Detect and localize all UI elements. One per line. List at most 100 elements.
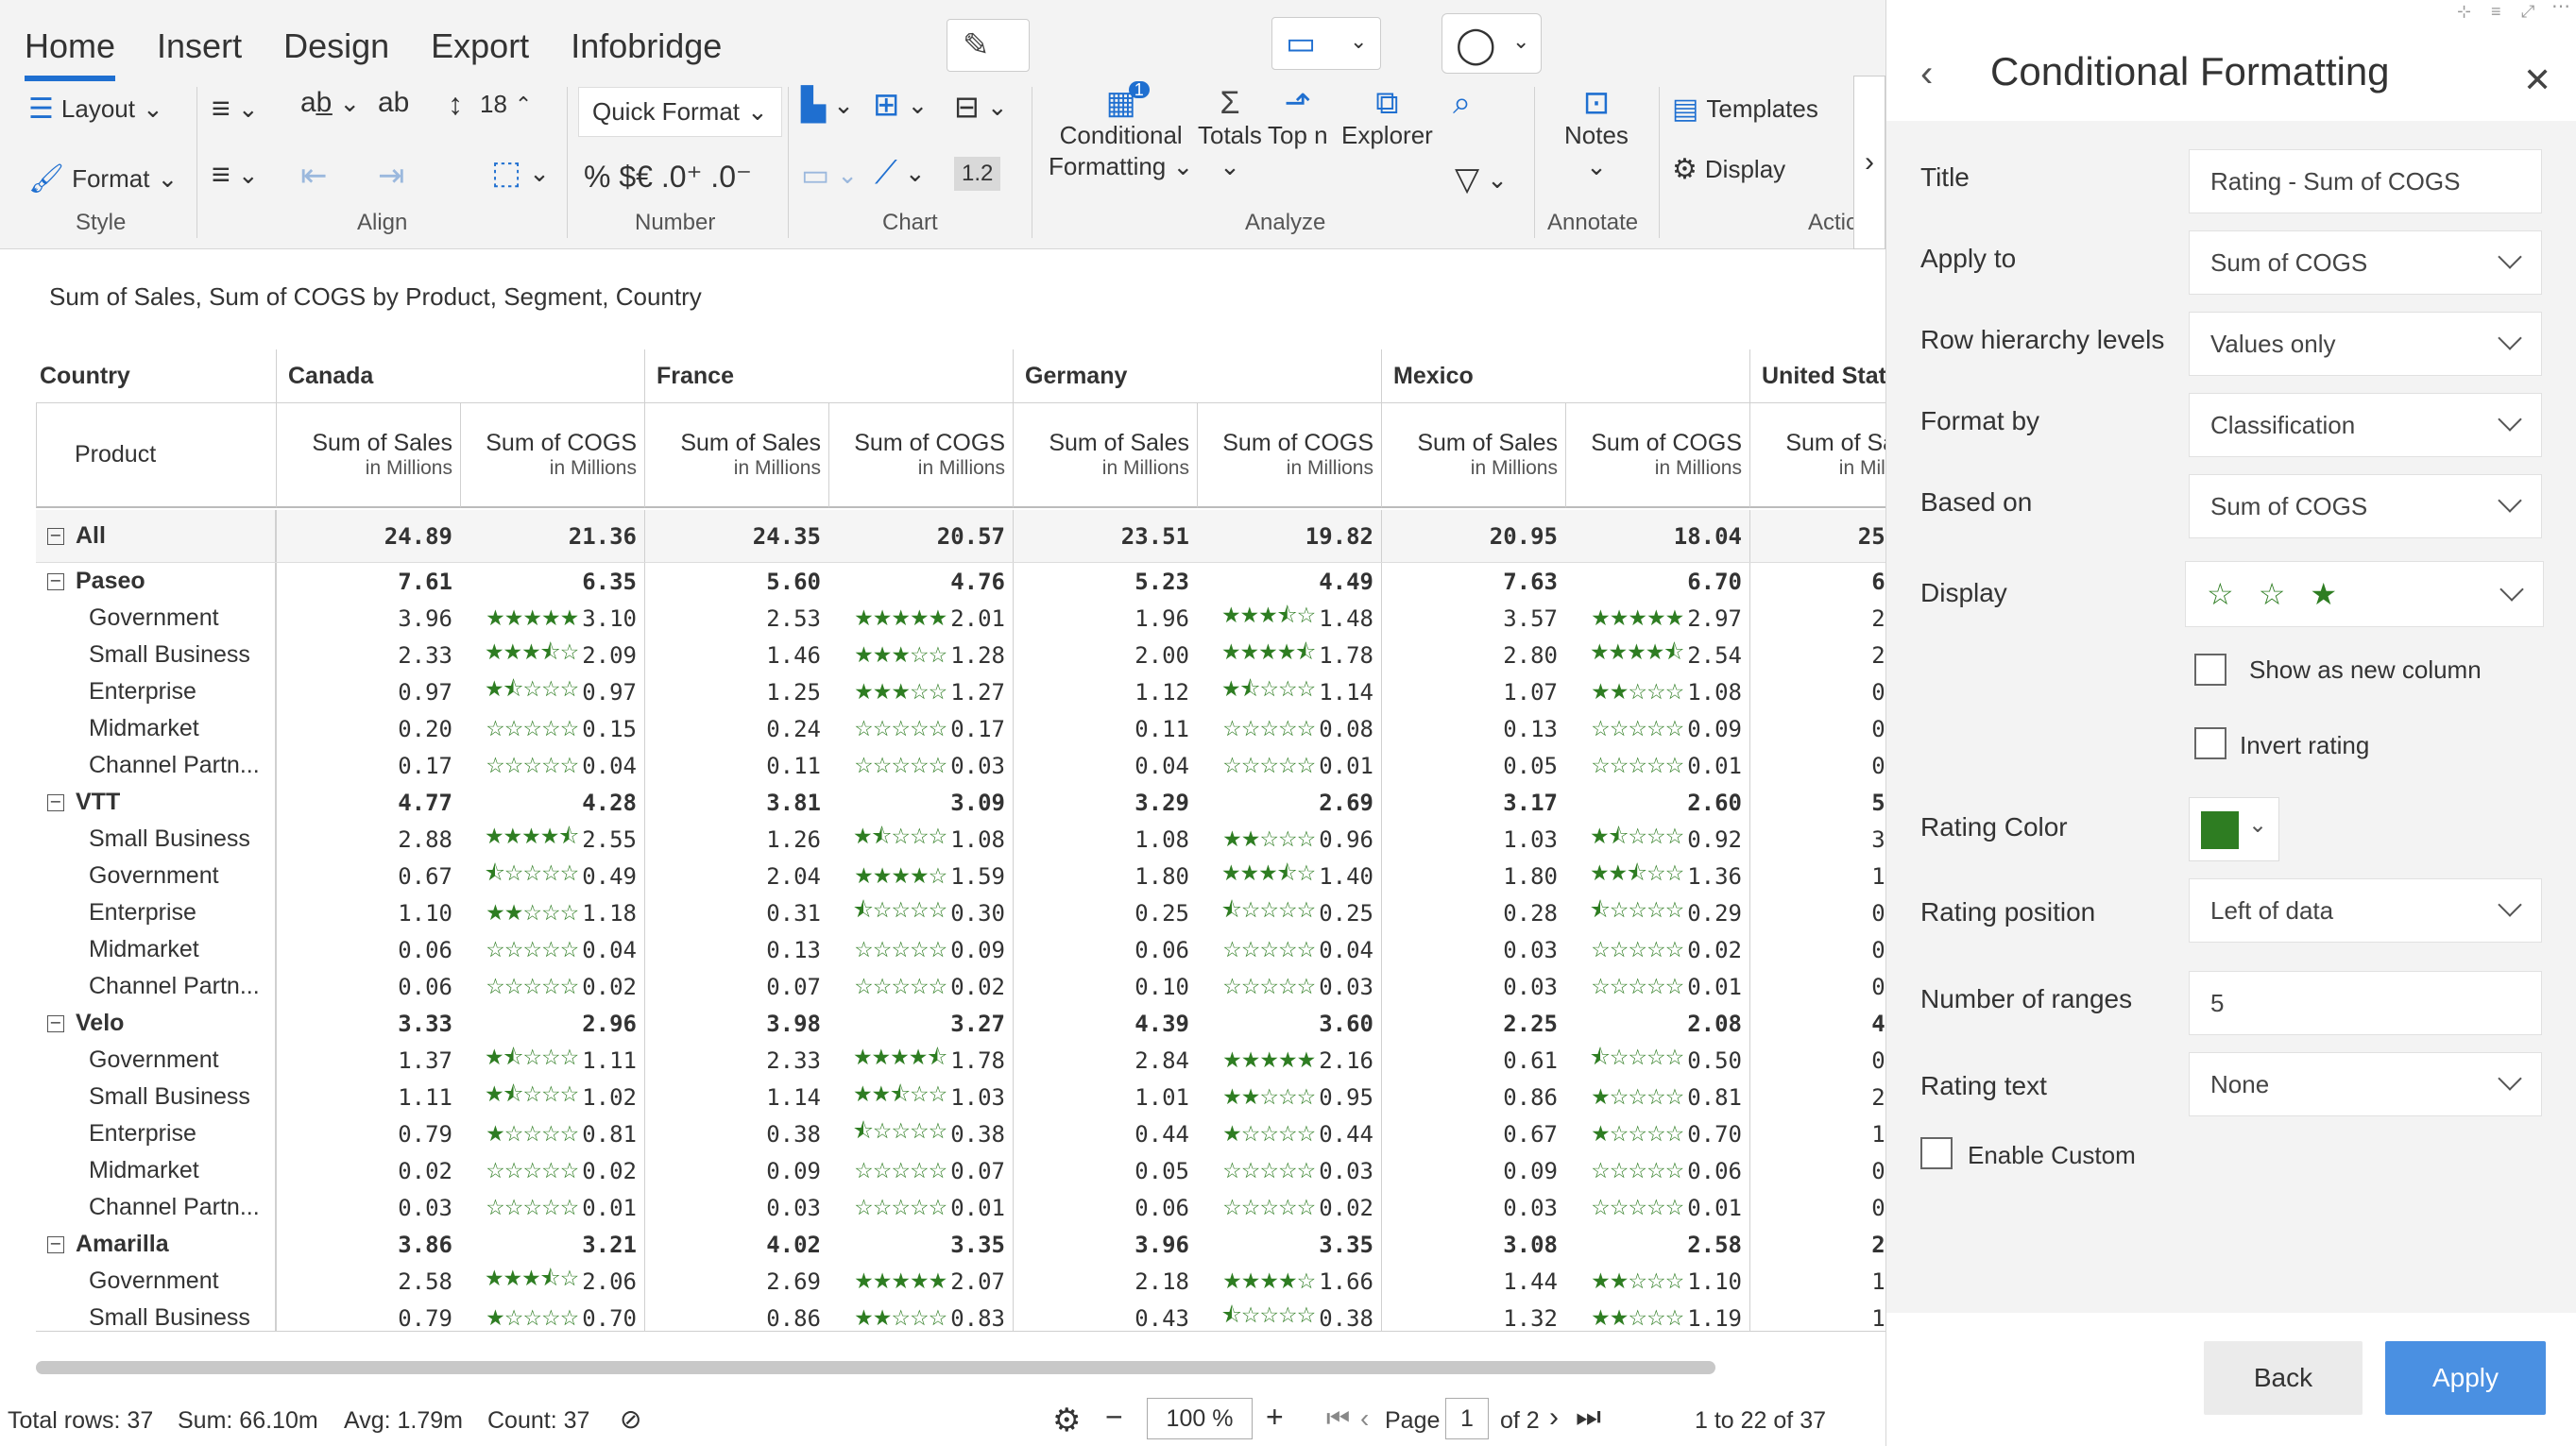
sales-cell[interactable]: 1.11: [276, 1079, 460, 1115]
cogs-cell[interactable]: 4.49: [1197, 563, 1381, 600]
sales-cell[interactable]: 1.07: [1381, 673, 1565, 710]
sales-cell[interactable]: 0.61: [1381, 1042, 1565, 1079]
cogs-cell[interactable]: ★★★⯪☆ 1.40: [1197, 858, 1381, 894]
cogs-cell[interactable]: ★★★★★ 2.16: [1197, 1042, 1381, 1079]
sales-cell[interactable]: 2.00: [1013, 637, 1197, 673]
sales-cell[interactable]: 0.87: [1749, 673, 1885, 710]
totals-button[interactable]: Σ Totals ⌄: [1198, 87, 1262, 181]
ribbon-scroll-right-button[interactable]: ›: [1853, 76, 1885, 249]
expand-icon[interactable]: ⤢: [2521, 2, 2534, 22]
sales-cell[interactable]: 0.05: [1013, 1152, 1197, 1189]
cogs-cell[interactable]: ★★★⯪☆ 1.48: [1197, 600, 1381, 637]
sales-cell[interactable]: 1.96: [1013, 600, 1197, 637]
show-new-column-checkbox[interactable]: [2194, 654, 2226, 686]
cogs-cell[interactable]: 6.70: [1565, 563, 1749, 600]
decrease-indent-button[interactable]: ⇤: [300, 157, 328, 195]
sales-cell[interactable]: 3.57: [1381, 600, 1565, 637]
sales-cell[interactable]: 2.29: [1749, 1079, 1885, 1115]
cogs-cell[interactable]: ⯪☆☆☆☆ 0.30: [828, 894, 1013, 931]
sales-cell[interactable]: 2.33: [276, 637, 460, 673]
cogs-cell[interactable]: ☆☆☆☆☆ 0.06: [1565, 1152, 1749, 1189]
sales-cell[interactable]: 0.86: [1381, 1079, 1565, 1115]
cogs-cell[interactable]: 3.21: [460, 1226, 644, 1263]
cogs-cell[interactable]: ☆☆☆☆☆ 0.08: [1197, 710, 1381, 747]
sales-cell[interactable]: 5.60: [644, 563, 828, 600]
number-format-buttons[interactable]: % $€ .0⁺ .0⁻: [584, 159, 752, 195]
user-button[interactable]: ◯ ⌄: [1442, 13, 1542, 74]
first-page-icon[interactable]: ⏮: [1326, 1403, 1350, 1435]
sales-cell[interactable]: 1.25: [644, 673, 828, 710]
sales-cell[interactable]: 2.86: [1749, 600, 1885, 637]
edit-mode-button[interactable]: ✎: [947, 19, 1030, 72]
cogs-cell[interactable]: ★⯪☆☆☆ 1.14: [1197, 673, 1381, 710]
cogs-cell[interactable]: ★★★★⯪ 2.55: [460, 821, 644, 858]
table-row[interactable]: Midmarket 0.06 ☆☆☆☆☆ 0.04 0.13 ☆☆☆☆☆ 0.09 0.06 ☆…: [36, 931, 1885, 968]
cogs-measure-header[interactable]: Sum of COGS in Millions: [1565, 402, 1749, 508]
templates-button[interactable]: ▤ Templates: [1672, 94, 1818, 124]
cogs-cell[interactable]: ★★★⯪☆ 2.06: [460, 1263, 644, 1300]
cogs-cell[interactable]: ★★★⯪☆ 2.09: [460, 637, 644, 673]
wrap-text-button[interactable]: ab̲ ⌄: [300, 87, 360, 119]
sales-cell[interactable]: 1.19: [1749, 1300, 1885, 1331]
pin-icon[interactable]: ⊹: [2457, 2, 2471, 22]
sales-cell[interactable]: 0.04: [1749, 968, 1885, 1005]
cogs-cell[interactable]: ★⯪☆☆☆ 0.92: [1565, 821, 1749, 858]
sales-cell[interactable]: 3.29: [1013, 784, 1197, 821]
zoom-out-button[interactable]: −: [1105, 1400, 1123, 1435]
sales-cell[interactable]: 0.06: [276, 968, 460, 1005]
cogs-cell[interactable]: 3.60: [1197, 1005, 1381, 1042]
sales-cell[interactable]: 3.33: [276, 1005, 460, 1042]
sales-cell[interactable]: 7.63: [1381, 563, 1565, 600]
top-n-button[interactable]: ⬏ Top n: [1268, 87, 1328, 150]
sales-cell[interactable]: 0.25: [1013, 894, 1197, 931]
sales-measure-header[interactable]: Sum of Salesin Millions: [1749, 402, 1885, 508]
collapse-icon[interactable]: −: [47, 1014, 64, 1032]
sales-cell[interactable]: 1.10: [276, 894, 460, 931]
filter-icon[interactable]: ≡: [2491, 2, 2501, 22]
cogs-cell[interactable]: ★★☆☆☆ 1.10: [1565, 1263, 1749, 1300]
sales-cell[interactable]: 0.17: [276, 747, 460, 784]
tab-design[interactable]: Design: [283, 19, 389, 76]
cogs-cell[interactable]: ★★☆☆☆ 0.96: [1197, 821, 1381, 858]
sales-cell[interactable]: 4.77: [276, 784, 460, 821]
sales-cell[interactable]: 0.03: [1381, 931, 1565, 968]
cogs-cell[interactable]: 20.57: [828, 510, 1013, 562]
cogs-cell[interactable]: ★★☆☆☆ 1.19: [1565, 1300, 1749, 1332]
field-input[interactable]: Rating - Sum of COGS: [2189, 149, 2542, 213]
table-row[interactable]: Channel Partn... 0.17 ☆☆☆☆☆ 0.04 0.11 ☆☆☆☆☆ 0.…: [36, 747, 1885, 784]
hierarchy-chart-button[interactable]: ⊞ ⌄: [873, 89, 928, 121]
table-row[interactable]: Government 1.37 ★⯪☆☆☆ 1.11 2.33 ★★★★⯪ 1.78 2.84…: [36, 1042, 1885, 1079]
cogs-cell[interactable]: ★☆☆☆☆ 0.70: [1565, 1115, 1749, 1152]
table-row[interactable]: Channel Partn... 0.06 ☆☆☆☆☆ 0.02 0.07 ☆☆☆☆☆ 0.…: [36, 968, 1885, 1005]
sales-cell[interactable]: 3.08: [1381, 1226, 1565, 1263]
table-row[interactable]: Small Business 1.11 ★⯪☆☆☆ 1.02 1.14 ★★⯪☆☆ 1.03…: [36, 1079, 1885, 1115]
sales-cell[interactable]: 0.11: [644, 747, 828, 784]
tab-home[interactable]: Home: [25, 19, 116, 81]
notes-button[interactable]: ⊡ Notes ⌄: [1564, 87, 1629, 181]
sales-cell[interactable]: 2.25: [1381, 1005, 1565, 1042]
sales-cell[interactable]: 0.03: [1381, 1189, 1565, 1226]
cogs-cell[interactable]: ★★☆☆☆ 0.83: [828, 1300, 1013, 1332]
next-page-icon[interactable]: ›: [1549, 1402, 1559, 1434]
sales-cell[interactable]: 2.84: [1749, 1226, 1885, 1263]
sales-cell[interactable]: 7.61: [276, 563, 460, 600]
quick-format-dropdown[interactable]: Quick Format ⌄: [578, 87, 782, 137]
tab-infobridge[interactable]: Infobridge: [571, 19, 722, 76]
sales-cell[interactable]: 2.88: [276, 821, 460, 858]
collapse-icon[interactable]: −: [47, 527, 64, 545]
cogs-cell[interactable]: ★⯪☆☆☆ 1.08: [828, 821, 1013, 858]
country-column-header[interactable]: Canada: [276, 349, 644, 402]
sales-cell[interactable]: 0.11: [1013, 710, 1197, 747]
sales-cell[interactable]: 3.10: [1749, 821, 1885, 858]
close-icon[interactable]: ✕: [2523, 60, 2551, 100]
sales-cell[interactable]: 2.53: [644, 600, 828, 637]
apply-button[interactable]: Apply: [2385, 1341, 2546, 1415]
sales-cell[interactable]: 4.30: [1749, 1005, 1885, 1042]
cogs-cell[interactable]: ☆☆☆☆☆ 0.09: [828, 931, 1013, 968]
sales-cell[interactable]: 0.05: [1749, 931, 1885, 968]
field-dropdown[interactable]: Sum of COGS: [2189, 230, 2542, 295]
zoom-input[interactable]: 100 %: [1147, 1398, 1253, 1439]
sales-measure-header[interactable]: Sum of Salesin Millions: [276, 402, 460, 508]
sales-cell[interactable]: 0.13: [1381, 710, 1565, 747]
cogs-cell[interactable]: 2.96: [460, 1005, 644, 1042]
